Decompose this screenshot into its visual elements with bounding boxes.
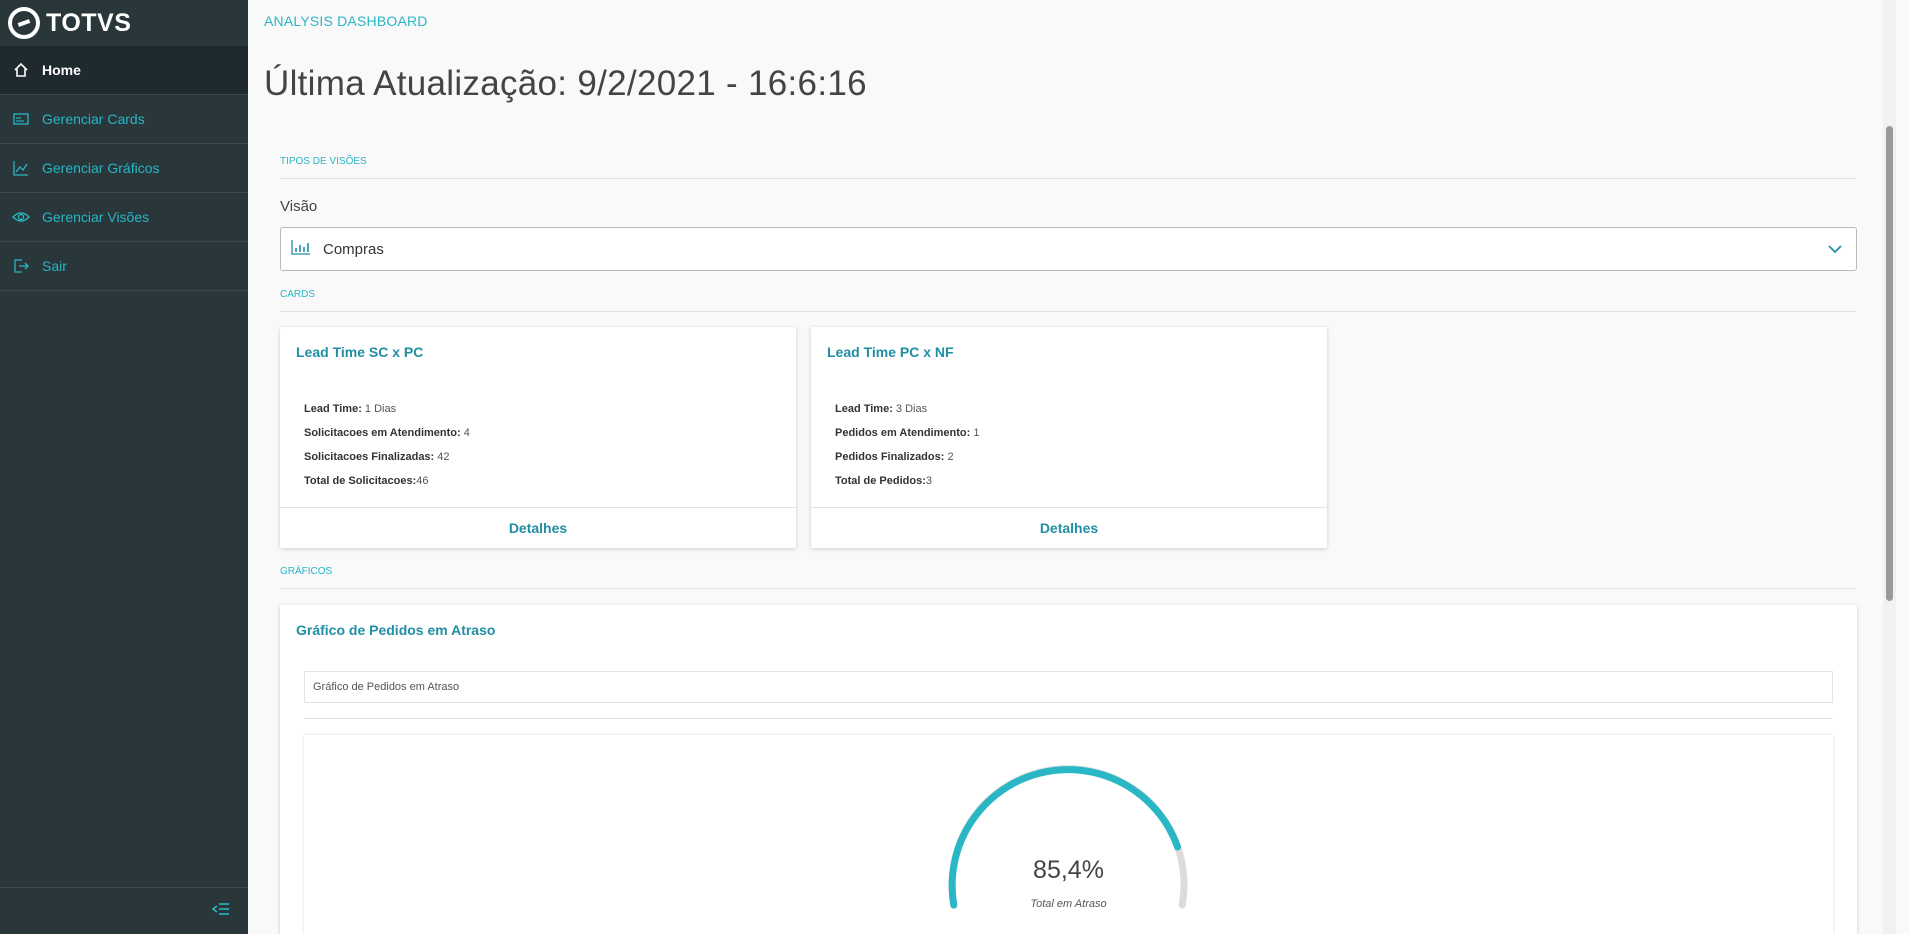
sidebar-item-label: Gerenciar Gráficos <box>42 160 160 176</box>
chart-label: Gráfico de Pedidos em Atraso <box>304 671 1833 703</box>
card-footer: Detalhes <box>811 507 1327 548</box>
brand-name: TOTVS <box>46 8 132 37</box>
sidebar-item-gerenciar-graficos[interactable]: Gerenciar Gráficos <box>0 144 248 193</box>
home-icon <box>12 61 30 79</box>
section-label-charts: GRÁFICOS <box>280 566 333 577</box>
divider <box>280 178 1856 179</box>
card-body: Lead Time: 3 Dias Pedidos em Atendimento… <box>835 397 979 493</box>
card-line: Solicitacoes em Atendimento: 4 <box>304 427 470 439</box>
card-line: Total de Solicitacoes:46 <box>304 475 429 487</box>
section-label-views: TIPOS DE VISÕES <box>280 156 367 167</box>
sidebar-item-gerenciar-cards[interactable]: Gerenciar Cards <box>0 95 248 144</box>
sidebar-item-label: Gerenciar Cards <box>42 111 145 127</box>
gauge-value: 85,4% <box>1033 856 1104 884</box>
eye-icon <box>12 208 30 226</box>
sidebar-item-home[interactable]: Home <box>0 46 248 95</box>
divider <box>280 588 1856 589</box>
divider <box>304 718 1833 719</box>
brand-logo[interactable]: TOTVS <box>0 0 248 46</box>
card-line: Pedidos em Atendimento: 1 <box>835 427 980 439</box>
scrollbar[interactable] <box>1883 0 1896 934</box>
view-select-value: Compras <box>323 240 384 258</box>
card-lead-time-sc-pc: Lead Time SC x PC Lead Time: 1 Dias Soli… <box>280 327 796 548</box>
chart-panel-pedidos-atraso: Gráfico de Pedidos em Atraso Gráfico de … <box>280 605 1857 934</box>
card-line: Lead Time: 1 Dias <box>304 403 397 415</box>
view-select[interactable]: Compras <box>280 227 1857 271</box>
divider <box>280 311 1856 312</box>
logout-icon <box>12 257 30 275</box>
breadcrumb[interactable]: ANALYSIS DASHBOARD <box>264 13 428 29</box>
card-footer: Detalhes <box>280 507 796 548</box>
scrollbar-thumb[interactable] <box>1886 126 1893 601</box>
collapse-menu-icon[interactable] <box>211 902 230 921</box>
page-title: Última Atualização: 9/2/2021 - 16:6:16 <box>264 64 867 103</box>
card-line: Solicitacoes Finalizadas: 42 <box>304 451 450 463</box>
card-body: Lead Time: 1 Dias Solicitacoes em Atendi… <box>304 397 470 493</box>
sidebar: TOTVS Home Gerenciar Cards Gerenciar Grá… <box>0 0 248 934</box>
gauge-chart: 85,4% Total em Atraso <box>304 735 1833 934</box>
sidebar-item-sair[interactable]: Sair <box>0 242 248 291</box>
sidebar-footer <box>0 887 248 934</box>
view-select-label: Visão <box>280 198 318 215</box>
gauge-caption: Total em Atraso <box>1030 898 1107 910</box>
card-line: Pedidos Finalizados: 2 <box>835 451 954 463</box>
details-button[interactable]: Detalhes <box>1040 520 1098 536</box>
chevron-down-icon[interactable] <box>1826 240 1844 263</box>
section-label-cards: CARDS <box>280 289 316 300</box>
details-button[interactable]: Detalhes <box>509 520 567 536</box>
totvs-logo-icon <box>8 7 40 39</box>
bar-chart-icon <box>291 239 311 260</box>
sidebar-item-label: Home <box>42 62 81 78</box>
sidebar-item-gerenciar-visoes[interactable]: Gerenciar Visões <box>0 193 248 242</box>
chart-line-icon <box>12 159 30 177</box>
card-line: Lead Time: 3 Dias <box>835 403 928 415</box>
main-content: ANALYSIS DASHBOARD Última Atualização: 9… <box>248 0 1896 934</box>
sidebar-item-label: Sair <box>42 258 67 274</box>
card-line: Total de Pedidos:3 <box>835 475 932 487</box>
card-lead-time-pc-nf: Lead Time PC x NF Lead Time: 3 Dias Pedi… <box>811 327 1327 548</box>
card-title: Lead Time SC x PC <box>296 344 424 360</box>
chart-panel-title: Gráfico de Pedidos em Atraso <box>296 622 496 638</box>
card-title: Lead Time PC x NF <box>827 344 954 360</box>
card-icon <box>12 110 30 128</box>
sidebar-item-label: Gerenciar Visões <box>42 209 150 225</box>
